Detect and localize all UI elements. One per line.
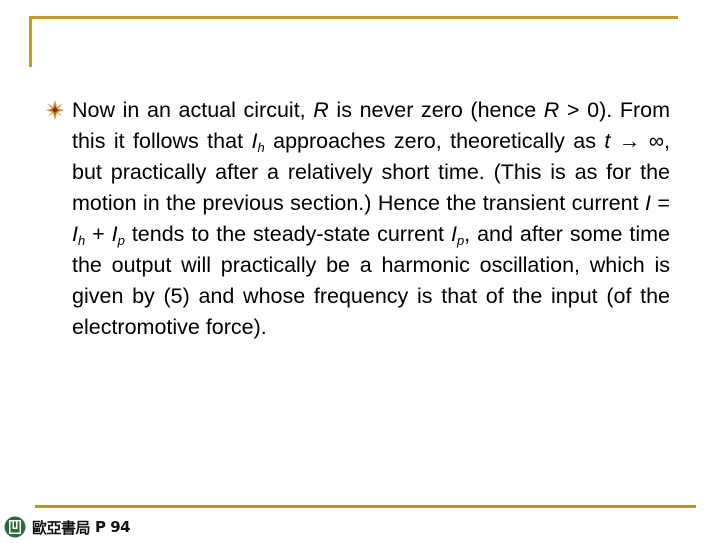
text-segment: Now in an actual circuit, [72,98,314,122]
bottom-accent-rule [35,505,696,508]
left-accent-rule [29,16,32,67]
text-segment: is never zero (hence [328,98,544,122]
math-R: R [543,98,560,122]
math-R: R [313,98,329,122]
subscript-p: p [117,233,125,248]
footer-publisher: 歐亞書局 [32,518,91,537]
publisher-logo-icon [4,516,26,538]
text-segment: approaches zero, theoretically as [264,129,605,153]
footer-page-number: P 94 [95,518,131,536]
text-segment: + [85,222,112,246]
text-segment: = [651,191,670,215]
bullet-paragraph: Now in an actual circuit, R is never zer… [72,95,670,343]
text-segment: tends to the steady-state current [124,222,451,246]
subscript-h: h [257,140,265,155]
starburst-bullet-icon [44,99,66,121]
footer: 歐亞書局 P 94 [4,515,131,539]
top-accent-rule [29,16,678,19]
